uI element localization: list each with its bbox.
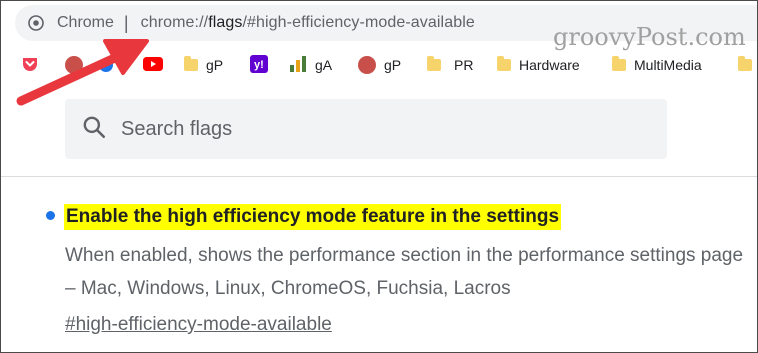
search-icon — [81, 114, 107, 145]
modified-bullet-icon — [46, 211, 55, 220]
groovypost-icon — [358, 56, 376, 74]
bookmark-analytics[interactable]: gA — [289, 53, 332, 77]
url-text[interactable]: chrome://flags/#high-efficiency-mode-ava… — [141, 14, 475, 32]
bookmark-label: MultiMedia — [634, 57, 702, 73]
bookmark-folder-multimedia[interactable]: MultiMedia — [612, 53, 702, 77]
flag-title: Enable the high efficiency mode feature … — [64, 204, 562, 230]
bookmark-blue[interactable] — [99, 53, 113, 77]
flag-permalink[interactable]: #high-efficiency-mode-available — [65, 311, 332, 339]
bookmark-youtube[interactable] — [143, 53, 163, 77]
folder-icon — [497, 56, 511, 71]
groovypost-icon — [65, 56, 83, 74]
youtube-icon — [143, 56, 163, 74]
search-input[interactable] — [119, 116, 623, 142]
bookmark-groovypost-2[interactable]: gP — [358, 53, 401, 77]
circle-icon — [99, 58, 113, 72]
bookmark-groovypost[interactable] — [65, 53, 83, 77]
bookmark-label: gP — [384, 57, 402, 73]
bookmark-pocket[interactable] — [21, 53, 39, 77]
bookmark-label: gA — [315, 57, 333, 73]
folder-icon — [738, 56, 752, 71]
site-chip-label: Chrome — [57, 14, 114, 31]
folder-icon — [184, 56, 198, 71]
folder-icon — [427, 56, 441, 71]
bookmark-label: PR — [454, 57, 474, 73]
chrome-info-icon[interactable] — [28, 15, 44, 31]
bookmark-label: Hardware — [519, 57, 580, 73]
svg-text:y!: y! — [254, 59, 264, 71]
chip-separator: | — [123, 12, 129, 33]
analytics-icon — [289, 55, 307, 76]
divider — [1, 176, 757, 177]
bookmark-folder-pr[interactable]: PR — [427, 53, 473, 77]
watermark: groovyPost.com — [553, 23, 746, 51]
flag-description: When enabled, shows the performance sect… — [65, 245, 744, 299]
bookmark-yahoo[interactable]: y! — [250, 53, 268, 77]
url-host: flags — [208, 14, 243, 31]
search-flags-box[interactable] — [65, 99, 667, 159]
browser-window: Chrome | chrome://flags/#high-efficiency… — [0, 0, 758, 353]
bookmarks-bar: gP y! gA gP PR Hardware MultiMedia — [1, 49, 757, 81]
pocket-icon — [21, 55, 39, 76]
bookmark-folder-hardware[interactable]: Hardware — [497, 53, 580, 77]
bookmark-label: gP — [206, 57, 224, 73]
url-scheme: chrome:// — [140, 14, 209, 31]
bookmark-folder-gp[interactable]: gP — [184, 53, 223, 77]
folder-icon — [612, 56, 626, 71]
bookmark-folder-overflow[interactable] — [738, 53, 752, 77]
yahoo-icon: y! — [250, 54, 268, 76]
url-path: /#high-efficiency-mode-available — [242, 14, 475, 31]
